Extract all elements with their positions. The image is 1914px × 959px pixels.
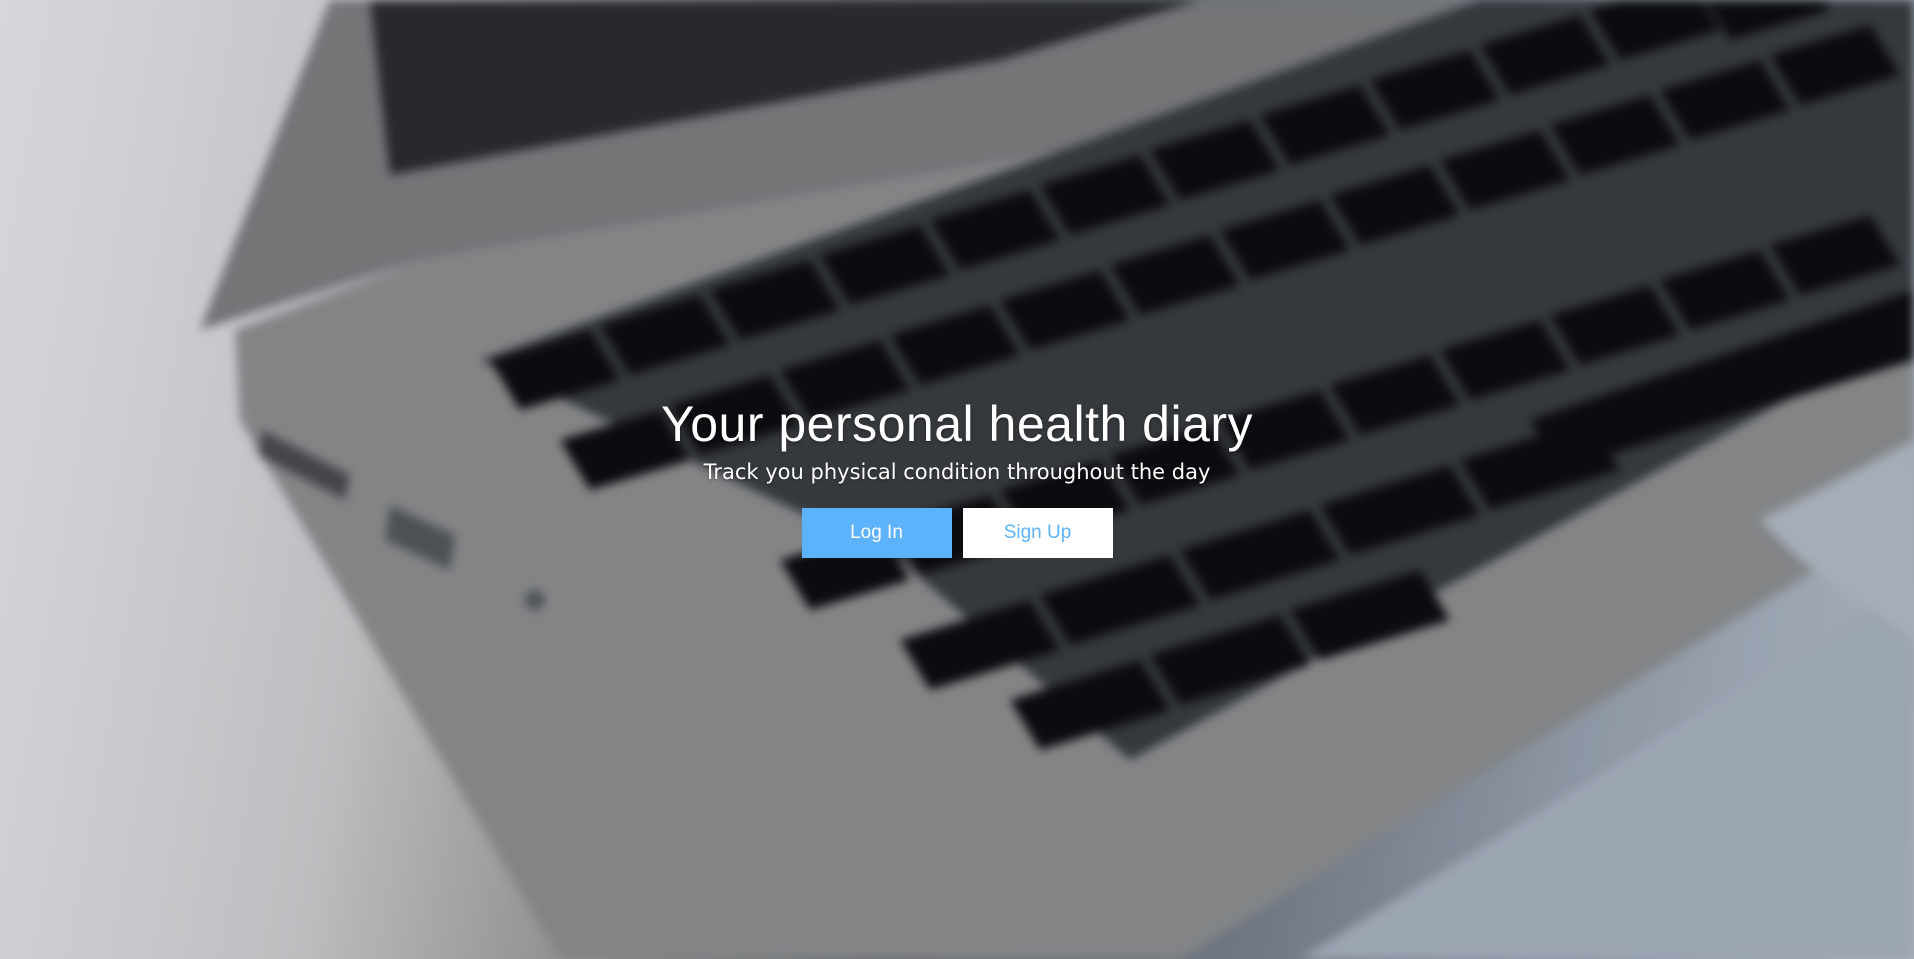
login-button[interactable]: Log In bbox=[801, 508, 952, 558]
page-title: Your personal health diary bbox=[660, 396, 1254, 452]
page-subtitle: Track you physical condition throughout … bbox=[703, 460, 1211, 484]
auth-buttons: Log In Sign Up bbox=[0, 508, 1914, 558]
hero-content: Your personal health diary Track you phy… bbox=[0, 396, 1914, 558]
signup-button[interactable]: Sign Up bbox=[962, 508, 1113, 558]
hero-section: Your personal health diary Track you phy… bbox=[0, 0, 1914, 959]
